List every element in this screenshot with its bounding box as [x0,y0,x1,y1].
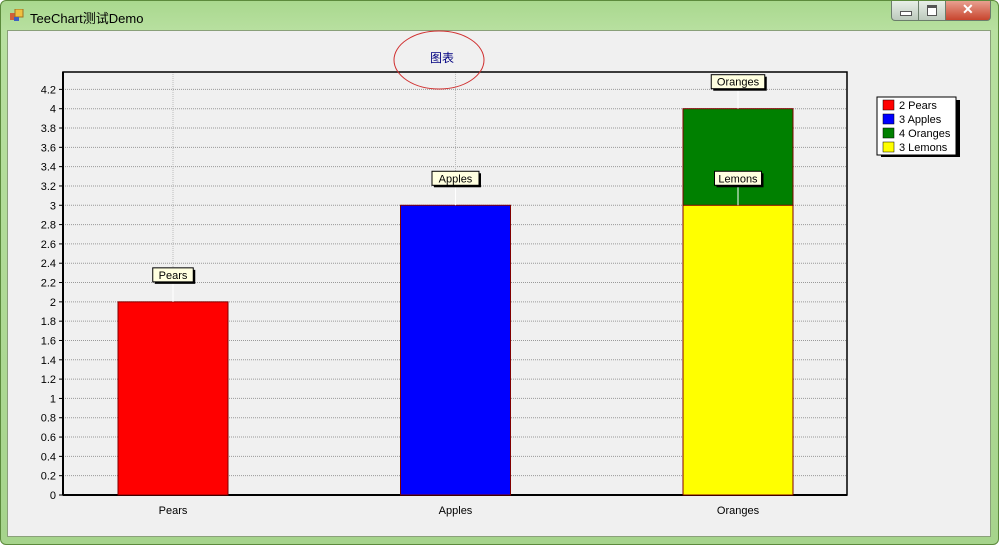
y-tick-label: 0.4 [41,451,56,463]
y-tick-label: 1.2 [41,374,56,386]
mark-label: Pears [159,270,188,282]
y-tick-label: 2.6 [41,239,56,251]
legend-item: 3 Apples [899,114,942,126]
y-tick-label: 3.2 [41,181,56,193]
y-tick-label: 4 [50,104,56,116]
y-tick-label: 2 [50,297,56,309]
legend-item: 3 Lemons [899,142,948,154]
bar-apples [400,204,511,496]
x-tick-label: Apples [439,505,473,517]
legend-swatch [882,113,895,125]
y-tick-label: 3 [50,200,56,212]
y-tick-label: 3.4 [41,162,56,174]
y-tick-label: 1.8 [41,316,56,328]
legend-swatch [882,99,895,111]
chart-title: 图表 [430,51,454,65]
y-tick-label: 1.4 [41,355,56,367]
y-tick-label: 3.8 [41,123,56,135]
y-tick-label: 4.2 [41,84,56,96]
y-tick-label: 0.8 [41,413,56,425]
chart: 0 0.2 0.4 0.6 0.8 1 1.2 1.4 1.6 1.8 2 2.2 2.4 2.6 2.8 3… [41,30,960,517]
mark-label: Oranges [717,77,760,89]
y-tick-label: 0 [50,490,56,502]
bar-lemons [682,204,794,496]
x-tick-label: Pears [159,505,188,517]
y-tick-label: 1 [50,393,56,405]
mark-label: Apples [439,173,473,185]
y-tick-label: 0.2 [41,471,56,483]
y-tick-label: 3.6 [41,142,56,154]
y-tick-label: 2.8 [41,220,56,232]
y-tick-label: 2.4 [41,258,56,270]
legend-swatch [882,127,895,139]
y-tick-label: 1.6 [41,335,56,347]
x-tick-label: Oranges [717,505,760,517]
y-tick-label: 0.6 [41,432,56,444]
mark-label: Lemons [718,173,758,185]
bar-pears [117,301,229,496]
legend-item: 2 Pears [899,100,937,112]
y-tick-label: 2.2 [41,278,56,290]
legend-item: 4 Oranges [899,128,951,140]
legend-swatch [882,141,895,153]
